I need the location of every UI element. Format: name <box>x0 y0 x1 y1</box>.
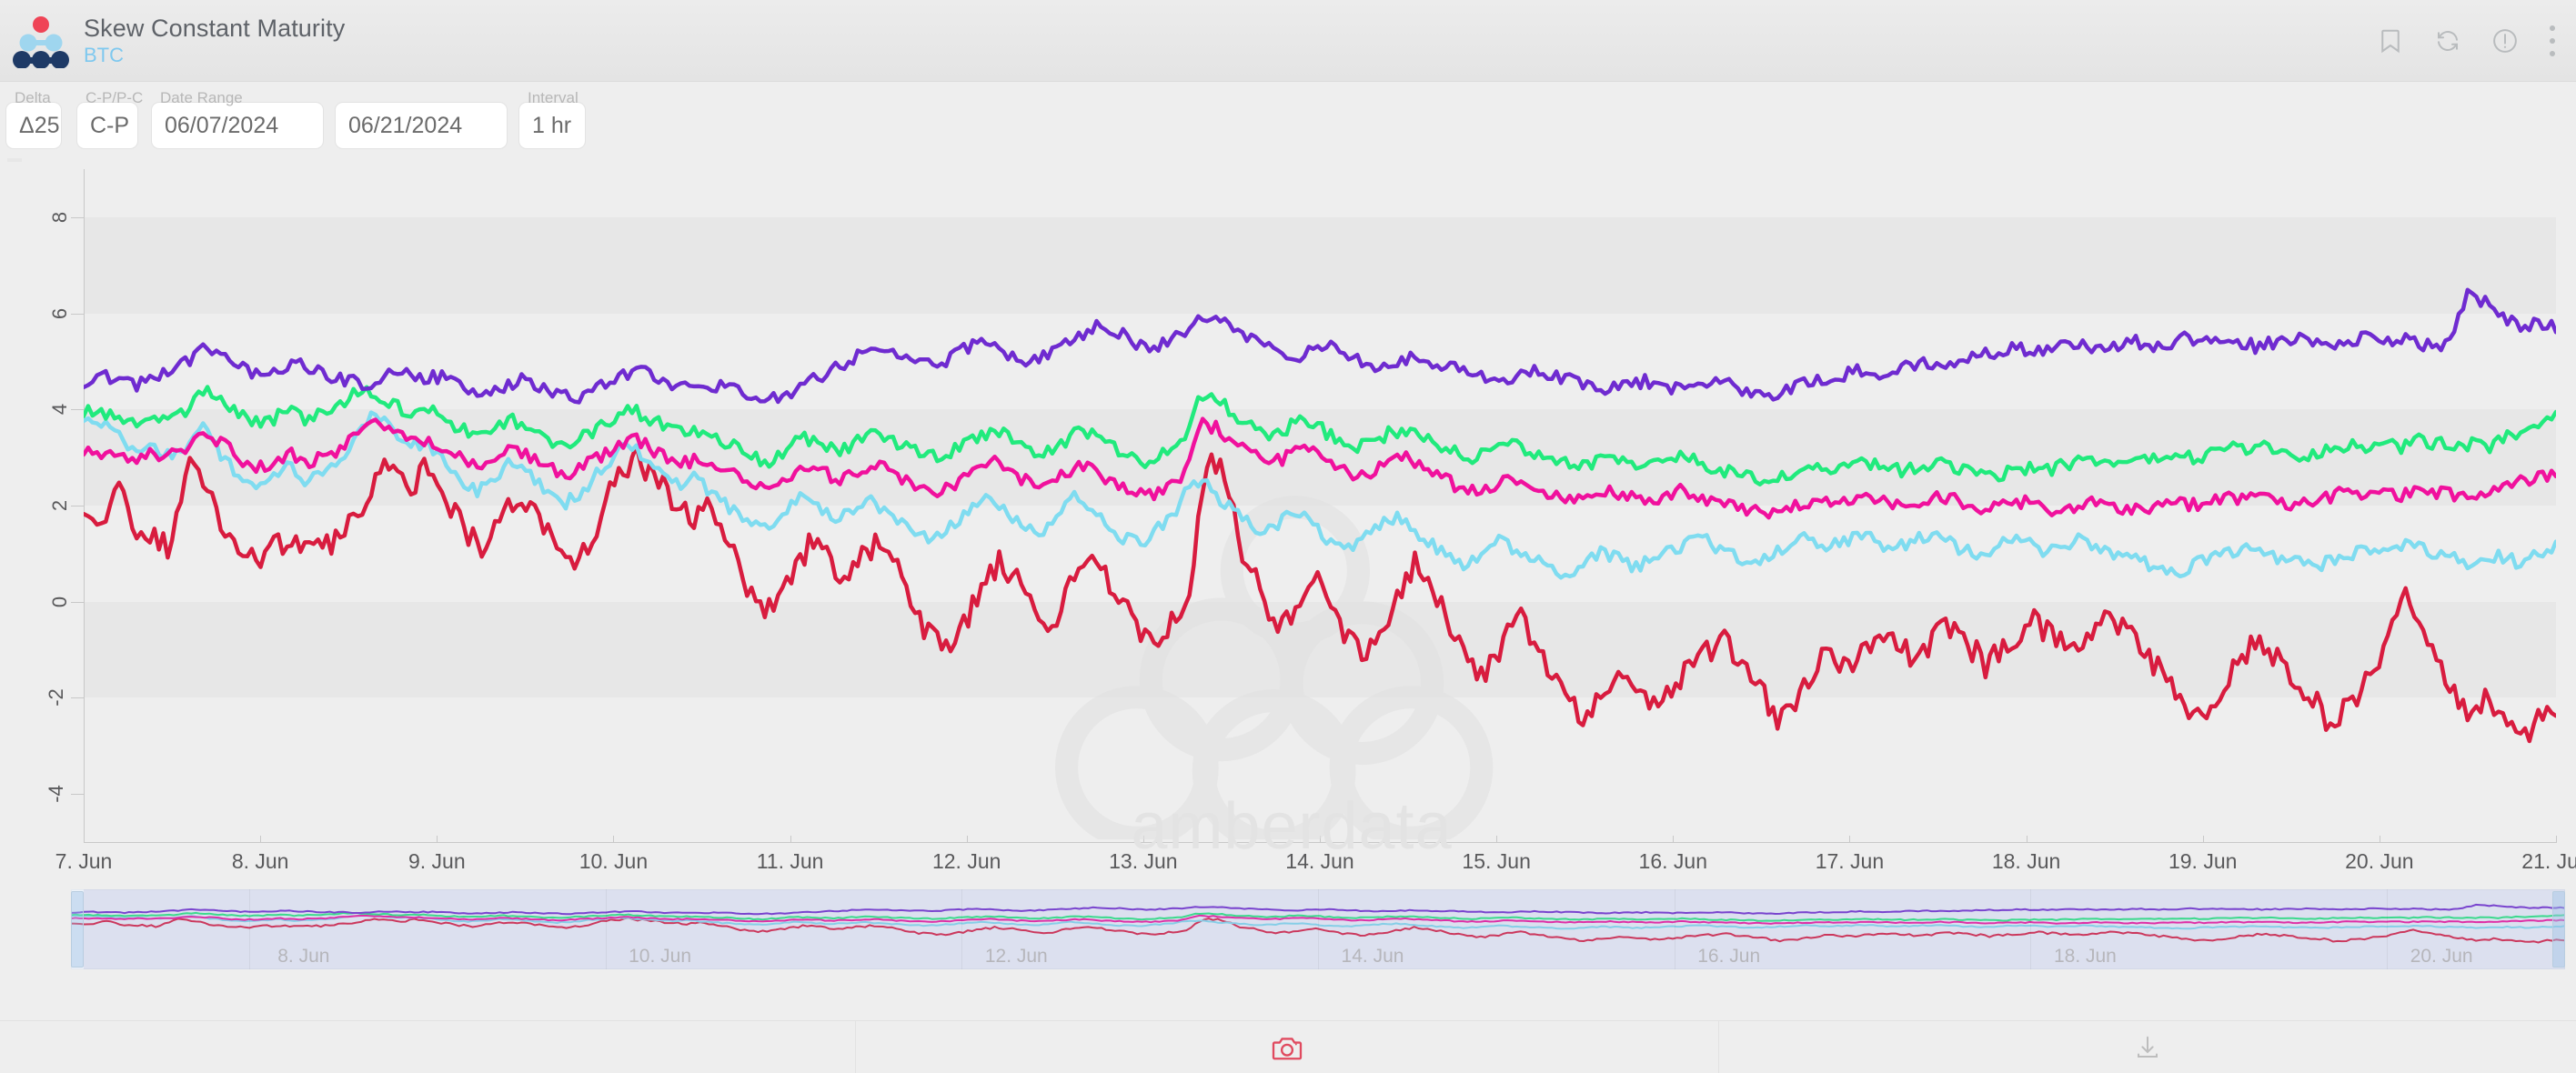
navigator-handle-right[interactable] <box>2552 891 2565 968</box>
date-to-input[interactable]: 06/21/2024 <box>335 102 508 149</box>
control-date-range: Date Range 06/07/2024 <box>151 89 324 149</box>
navigator-x-label: 10. Jun <box>629 946 692 967</box>
filter-controls: Delta Δ25 C-P/P-C C-P Date Range 06/07/2… <box>0 82 2576 169</box>
navigator-x-label: 20. Jun <box>2410 946 2473 967</box>
interval-select[interactable]: 1 hr <box>518 102 586 149</box>
x-axis-tick <box>2556 836 2557 843</box>
x-axis-label: 8. Jun <box>231 849 289 873</box>
series-line <box>84 387 2556 485</box>
x-axis-label: 10. Jun <box>579 849 649 873</box>
navigator-x-label: 18. Jun <box>2053 946 2117 967</box>
y-axis-label-text: 4 <box>47 404 71 416</box>
y-axis-label-text: 8 <box>47 211 71 223</box>
y-axis-label-text: 2 <box>47 499 71 512</box>
app-root: Skew Constant Maturity BTC Delta Δ25 C-P… <box>0 0 2576 1073</box>
x-axis-label: 9. Jun <box>408 849 466 873</box>
chart-container: 8 6 4 2 0 -2 -4 7. Jun 8. Jun 9. Jun 10. Jun 11. J… <box>0 162 2576 1073</box>
date-from-input[interactable]: 06/07/2024 <box>151 102 324 149</box>
x-axis-label: 13. Jun <box>1109 849 1178 873</box>
chart-navigator[interactable]: 8. Jun 10. Jun 12. Jun 14. Jun 16. Jun 18. Ju… <box>71 889 2565 969</box>
page-subtitle: BTC <box>84 43 124 66</box>
cp-pc-select[interactable]: C-P <box>76 102 138 149</box>
header-title-block: Skew Constant Maturity BTC <box>84 15 345 67</box>
x-axis-label: 19. Jun <box>2168 849 2238 873</box>
screenshot-button[interactable] <box>856 1021 1718 1073</box>
x-axis-label: 18. Jun <box>1991 849 2061 873</box>
bottom-toolbar <box>0 1020 2576 1073</box>
y-axis-tick <box>71 216 84 218</box>
control-interval: Interval 1 hr <box>518 89 586 149</box>
navigator-gridline <box>2387 889 2389 969</box>
x-axis-label: 20. Jun <box>2345 849 2414 873</box>
delta-select[interactable]: Δ25 <box>5 102 62 149</box>
control-cp-pc: C-P/P-C C-P <box>76 89 143 149</box>
app-header: Skew Constant Maturity BTC <box>0 0 2576 82</box>
x-axis-label: 16. Jun <box>1638 849 1708 873</box>
y-axis-tick <box>71 697 84 699</box>
page-title: Skew Constant Maturity <box>84 14 346 42</box>
navigator-x-label: 12. Jun <box>984 946 1048 967</box>
y-axis-label-text: -4 <box>45 785 68 803</box>
y-axis-tick <box>71 601 84 603</box>
y-axis-label-text: 0 <box>47 596 71 607</box>
x-axis-label: 7. Jun <box>55 849 113 873</box>
navigator-x-label: 14. Jun <box>1341 946 1404 967</box>
navigator-gridline <box>2030 889 2032 969</box>
download-button[interactable] <box>1719 1021 2576 1073</box>
navigator-x-label: 16. Jun <box>1697 946 1761 967</box>
control-date-to: 06/21/2024 <box>335 102 508 149</box>
info-icon[interactable] <box>2491 27 2519 55</box>
download-icon <box>2134 1034 2161 1061</box>
navigator-x-label: 8. Jun <box>277 946 330 967</box>
navigator-gridline <box>248 889 250 969</box>
navigator-selection[interactable] <box>84 889 2565 969</box>
amberdata-logo <box>5 5 76 76</box>
y-axis-label-text: -2 <box>45 688 68 707</box>
x-axis-label: 11. Jun <box>756 849 824 873</box>
navigator-gridline <box>1318 889 1319 969</box>
x-axis-label: 14. Jun <box>1285 849 1354 873</box>
x-axis-label: 15. Jun <box>1462 849 1531 873</box>
camera-icon <box>1272 1034 1303 1061</box>
x-axis-label: 21. Jun <box>2521 849 2576 873</box>
y-axis-tick <box>71 409 84 411</box>
more-menu-icon[interactable] <box>2549 25 2556 56</box>
header-actions <box>2377 25 2556 56</box>
navigator-handle-left[interactable] <box>71 891 84 968</box>
x-axis-label: 12. Jun <box>931 849 1001 873</box>
bookmark-icon[interactable] <box>2377 27 2404 55</box>
series-line <box>84 413 2556 578</box>
series-line <box>84 290 2556 403</box>
chart-series-layer <box>84 169 2556 842</box>
y-axis-tick <box>71 794 84 796</box>
navigator-gridline <box>961 889 963 969</box>
bottom-left-spacer <box>0 1021 855 1073</box>
refresh-icon[interactable] <box>2434 27 2461 55</box>
y-axis-label-text: 6 <box>47 307 71 319</box>
navigator-gridline <box>605 889 607 969</box>
y-axis-tick <box>71 313 84 315</box>
x-axis-label: 17. Jun <box>1815 849 1885 873</box>
control-delta: Delta Δ25 <box>5 89 62 149</box>
series-line <box>84 446 2556 741</box>
